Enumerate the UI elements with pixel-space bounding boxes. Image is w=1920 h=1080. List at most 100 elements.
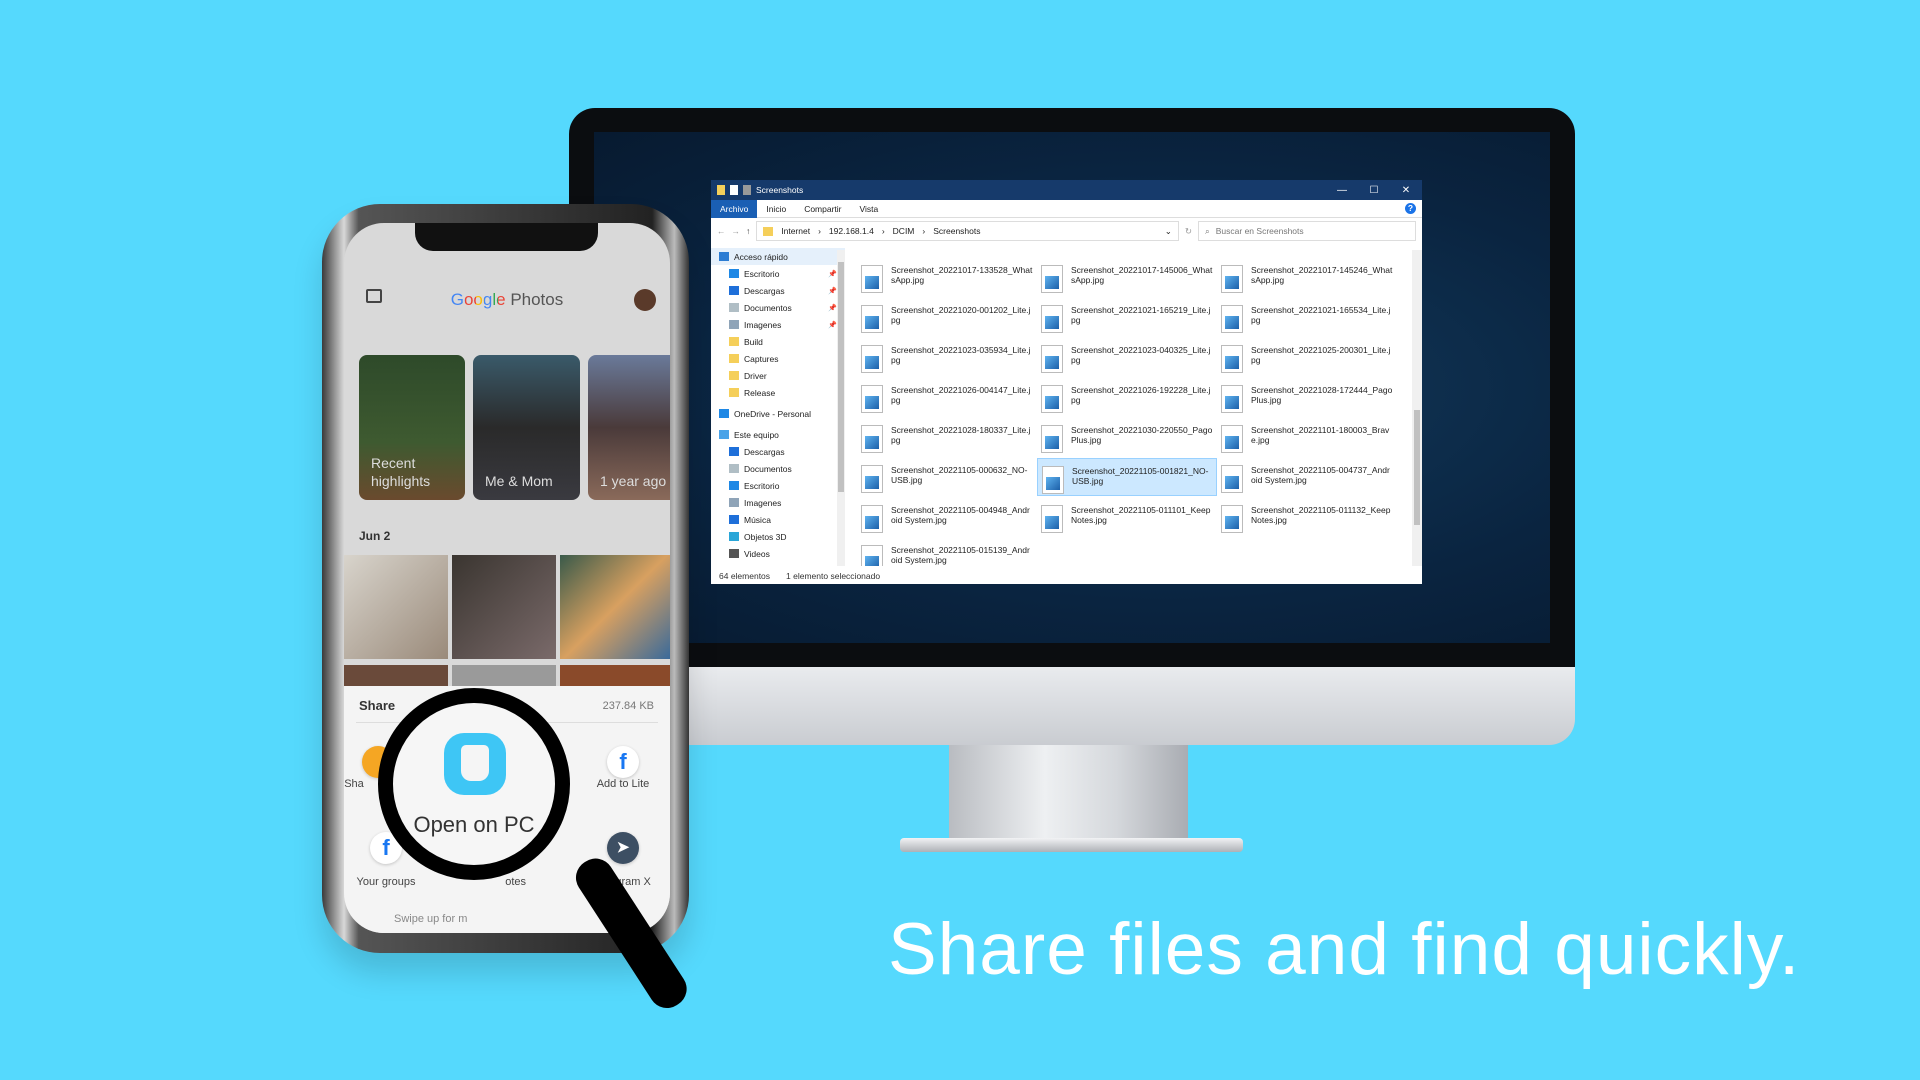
image-file-icon [861, 265, 883, 293]
new-folder-icon[interactable] [743, 185, 751, 195]
nav-item[interactable]: Descargas 📌 [711, 282, 845, 299]
file-item[interactable]: Screenshot_20221105-004737_Android Syste… [1217, 458, 1397, 496]
file-name: Screenshot_20221105-001821_NO-USB.jpg [1072, 466, 1209, 486]
nav-item[interactable]: Release [711, 384, 845, 401]
file-name: Screenshot_20221021-165219_Lite.jpg [1071, 305, 1211, 325]
pin-icon[interactable]: 📌 [828, 304, 837, 312]
image-file-icon [1221, 505, 1243, 533]
nav-item[interactable]: Videos [711, 545, 845, 562]
nav-item[interactable]: Build [711, 333, 845, 350]
file-item[interactable]: Screenshot_20221105-011132_KeepNotes.jpg [1217, 498, 1397, 536]
cube-icon [729, 532, 739, 541]
file-item[interactable]: Screenshot_20221105-015139_Android Syste… [857, 538, 1037, 566]
help-icon[interactable]: ? [1405, 203, 1416, 214]
facebook-icon[interactable]: f [607, 746, 639, 778]
nav-item[interactable]: Captures [711, 350, 845, 367]
file-item[interactable]: Screenshot_20221028-180337_Lite.jpg [857, 418, 1037, 456]
file-item[interactable]: Screenshot_20221017-133528_WhatsApp.jpg [857, 258, 1037, 296]
breadcrumb-dcim[interactable]: DCIM [893, 226, 915, 236]
file-item[interactable]: Screenshot_20221105-011101_KeepNotes.jpg [1037, 498, 1217, 536]
nav-item[interactable]: Música [711, 511, 845, 528]
file-item[interactable]: Screenshot_20221017-145246_WhatsApp.jpg [1217, 258, 1397, 296]
nav-item[interactable]: Imagenes 📌 [711, 316, 845, 333]
file-name: Screenshot_20221023-040325_Lite.jpg [1071, 345, 1211, 365]
nav-item[interactable]: Acceso rápido [711, 248, 845, 265]
nav-item[interactable]: Descargas [711, 443, 845, 460]
file-item[interactable]: Screenshot_20221026-004147_Lite.jpg [857, 378, 1037, 416]
nav-scrollbar[interactable] [837, 250, 845, 566]
breadcrumb-internet[interactable]: Internet [781, 226, 810, 236]
nav-item[interactable]: Driver [711, 367, 845, 384]
pin-icon[interactable]: 📌 [828, 270, 837, 278]
file-item[interactable]: Screenshot_20221021-165534_Lite.jpg [1217, 298, 1397, 336]
nav-item[interactable]: OneDrive - Personal [711, 405, 845, 422]
telegram-icon[interactable]: ➤ [607, 832, 639, 864]
app-title: Google Photos [344, 290, 670, 310]
tab-compartir[interactable]: Compartir [795, 200, 850, 218]
folder-icon [729, 337, 739, 346]
highlight-1-year-ago[interactable]: 1 year ago [588, 355, 670, 500]
chevron-right-icon: › [922, 226, 926, 236]
highlight-me-mom[interactable]: Me & Mom [473, 355, 580, 500]
close-button[interactable]: ✕ [1390, 185, 1422, 196]
highlight-recent[interactable]: Recent highlights [359, 355, 465, 500]
breadcrumb-screenshots[interactable]: Screenshots [933, 226, 980, 236]
forward-button[interactable]: → [732, 226, 741, 236]
photo-thumbnail[interactable] [560, 665, 670, 686]
nav-item-label: Captures [744, 353, 779, 364]
refresh-button[interactable]: ↻ [1185, 226, 1192, 237]
chevron-down-icon[interactable]: ⌄ [1165, 226, 1172, 237]
tab-inicio[interactable]: Inicio [757, 200, 795, 218]
image-file-icon [1221, 385, 1243, 413]
file-name: Screenshot_20221026-004147_Lite.jpg [891, 385, 1031, 405]
share-target-your-groups[interactable]: Your groups [344, 876, 431, 888]
up-button[interactable]: ↑ [746, 226, 750, 236]
file-item[interactable]: Screenshot_20221020-001202_Lite.jpg [857, 298, 1037, 336]
maximize-button[interactable]: ☐ [1358, 185, 1390, 196]
breadcrumb-ip[interactable]: 192.168.1.4 [829, 226, 874, 236]
file-item[interactable]: Screenshot_20221101-180003_Brave.jpg [1217, 418, 1397, 456]
open-on-pc-label[interactable]: Open on PC [378, 812, 570, 838]
file-item[interactable]: Screenshot_20221025-200301_Lite.jpg [1217, 338, 1397, 376]
file-item[interactable]: Screenshot_20221023-035934_Lite.jpg [857, 338, 1037, 376]
photo-thumbnail[interactable] [560, 555, 670, 659]
file-item[interactable]: Screenshot_20221028-172444_PagoPlus.jpg [1217, 378, 1397, 416]
nav-item[interactable]: Documentos [711, 460, 845, 477]
pin-icon[interactable]: 📌 [828, 321, 837, 329]
nav-item[interactable]: Imagenes [711, 494, 845, 511]
address-bar[interactable]: Internet › 192.168.1.4 › DCIM › Screenshots… [756, 221, 1179, 241]
nav-item[interactable]: Escritorio 📌 [711, 265, 845, 282]
file-item[interactable]: Screenshot_20221105-000632_NO-USB.jpg [857, 458, 1037, 496]
document-icon [729, 303, 739, 312]
image-file-icon [1221, 465, 1243, 493]
photo-thumbnail[interactable] [344, 665, 448, 686]
file-item[interactable]: Screenshot_20221105-004948_Android Syste… [857, 498, 1037, 536]
file-list-scrollbar[interactable] [1412, 250, 1422, 566]
file-item[interactable]: Screenshot_20221026-192228_Lite.jpg [1037, 378, 1217, 416]
nav-item[interactable]: Documentos 📌 [711, 299, 845, 316]
share-target-add-to-lite[interactable]: Add to Lite [578, 778, 668, 790]
pin-icon[interactable]: 📌 [828, 287, 837, 295]
tab-vista[interactable]: Vista [851, 200, 888, 218]
photo-thumbnail[interactable] [452, 665, 556, 686]
file-item[interactable]: Screenshot_20221021-165219_Lite.jpg [1037, 298, 1217, 336]
file-item[interactable]: Screenshot_20221017-145006_WhatsApp.jpg [1037, 258, 1217, 296]
minimize-button[interactable]: — [1326, 185, 1358, 196]
file-item[interactable]: Screenshot_20221030-220550_PagoPlus.jpg [1037, 418, 1217, 456]
nav-item[interactable]: Este equipo [711, 426, 845, 443]
photo-thumbnail[interactable] [344, 555, 448, 659]
search-input[interactable]: ⌕ Buscar en Screenshots [1198, 221, 1416, 241]
nav-item[interactable]: Objetos 3D [711, 528, 845, 545]
back-button[interactable]: ← [717, 226, 726, 236]
computer-icon [719, 430, 729, 439]
nav-item-label: Release [744, 387, 776, 398]
share-size: 237.84 KB [602, 700, 654, 712]
properties-icon[interactable] [730, 185, 738, 195]
photo-thumbnail[interactable] [452, 555, 556, 659]
file-item[interactable]: Screenshot_20221105-001821_NO-USB.jpg [1037, 458, 1217, 496]
file-item[interactable]: Screenshot_20221023-040325_Lite.jpg [1037, 338, 1217, 376]
open-on-pc-icon[interactable] [444, 733, 506, 795]
tab-archivo[interactable]: Archivo [711, 199, 758, 218]
avatar[interactable] [634, 289, 656, 311]
nav-item[interactable]: Escritorio [711, 477, 845, 494]
